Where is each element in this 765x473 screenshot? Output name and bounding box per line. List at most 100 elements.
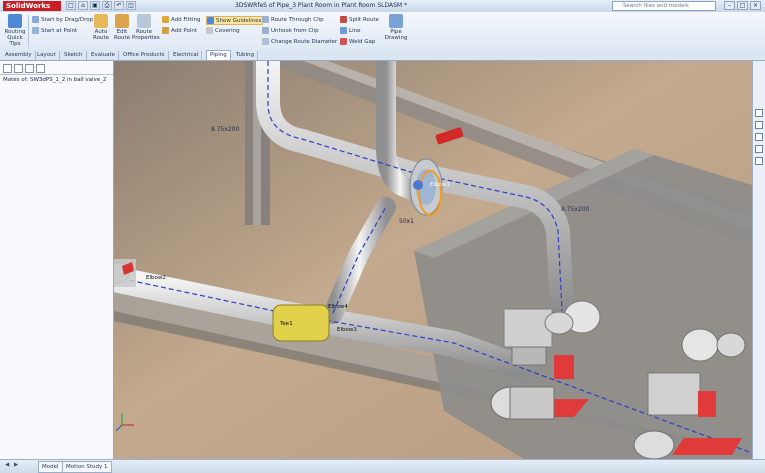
unhook-from-clip-button[interactable]: Unhook from Clip xyxy=(262,27,319,34)
start-drag-drop-button[interactable]: Start by Drag/Drop xyxy=(32,16,93,23)
property-manager-icon[interactable] xyxy=(14,64,23,73)
tab-evaluate[interactable]: Evaluate xyxy=(88,51,120,60)
undo-icon[interactable]: ↶ xyxy=(114,1,124,10)
minimize-button[interactable]: – xyxy=(724,1,735,10)
motion-study-tab[interactable]: Motion Study 1 xyxy=(62,461,112,473)
piping-scene[interactable]: 8.75x200 8.75x200 50x1 Elbow1 Elbow2 Elb… xyxy=(114,61,752,459)
add-point-button[interactable]: Add Point xyxy=(162,27,197,34)
point-icon xyxy=(32,27,39,34)
save-icon[interactable]: ▣ xyxy=(90,1,100,10)
search-input[interactable]: Search files and models xyxy=(612,1,716,11)
weld-gap-label: Weld Gap xyxy=(349,39,376,45)
edit-route-button[interactable]: Edit Route xyxy=(110,14,134,41)
triad-center xyxy=(413,180,423,190)
covering-icon xyxy=(206,27,213,34)
file-explorer-icon[interactable] xyxy=(755,133,763,141)
change-route-diameter-label: Change Route Diameter xyxy=(271,39,338,45)
guidelines-icon xyxy=(207,17,214,24)
tab-layout[interactable]: Layout xyxy=(34,51,60,60)
tab-assembly[interactable]: Assembly xyxy=(2,51,36,60)
node-label-1: Elbow1 xyxy=(430,182,450,188)
tab-electrical[interactable]: Electrical xyxy=(170,51,203,60)
split-icon xyxy=(340,16,347,23)
weld-gap-button[interactable]: Weld Gap xyxy=(340,38,375,45)
routing-quick-tips-label: Routing Quick Tips xyxy=(4,29,26,47)
route-properties-icon xyxy=(137,14,151,28)
node-label-3: Elbow3 xyxy=(337,327,357,333)
pipe-drawing-button[interactable]: Pipe Drawing xyxy=(384,14,408,41)
dimension-label-right: 8.75x200 xyxy=(561,206,590,213)
fitting-icon xyxy=(162,16,169,23)
add-fitting-button[interactable]: Add Fitting xyxy=(162,16,201,23)
line-label: Line xyxy=(349,28,361,34)
app-logo: SolidWorks xyxy=(3,1,61,11)
dimension-label-upper: 8.75x200 xyxy=(211,126,240,133)
add-point-icon xyxy=(162,27,169,34)
drag-icon xyxy=(32,16,39,23)
tab-office-products[interactable]: Office Products xyxy=(120,51,169,60)
split-route-label: Split Route xyxy=(349,17,379,23)
weld-gap-icon xyxy=(340,38,347,45)
library-icon[interactable] xyxy=(755,121,763,129)
covering-label: Covering xyxy=(215,28,240,34)
auto-route-label: Auto Route xyxy=(93,29,109,41)
edit-route-icon xyxy=(115,14,129,28)
line-button[interactable]: Line xyxy=(340,27,360,34)
view-palette-icon[interactable] xyxy=(755,145,763,153)
panel-icons xyxy=(0,61,113,75)
line-icon xyxy=(340,27,347,34)
task-pane xyxy=(752,61,765,459)
graphics-viewport[interactable]: 8.75x200 8.75x200 50x1 Elbow1 Elbow2 Elb… xyxy=(114,61,752,459)
split-route-button[interactable]: Split Route xyxy=(340,16,379,23)
command-ribbon: Routing Quick Tips Start by Drag/Drop St… xyxy=(0,12,765,51)
diameter-icon xyxy=(262,38,269,45)
show-guidelines-label: Show Guidelines xyxy=(216,18,262,24)
bottom-status-bar: ◀ ▶ Model Motion Study 1 xyxy=(0,459,765,473)
print-icon[interactable]: ⎙ xyxy=(102,1,112,10)
select-icon[interactable]: ◫ xyxy=(126,1,136,10)
tab-tubing[interactable]: Tubing xyxy=(233,51,259,60)
feature-manager-panel: Mates of: SW3dPS_1_2 in ball valve_2 xyxy=(0,61,114,459)
show-guidelines-button[interactable]: Show Guidelines xyxy=(206,16,263,25)
dim-expert-icon[interactable] xyxy=(36,64,45,73)
node-label-4: Elbow4 xyxy=(328,304,348,310)
maximize-button[interactable]: □ xyxy=(737,1,748,10)
tee-label: Tee1 xyxy=(279,321,293,327)
open-icon[interactable]: ⌂ xyxy=(78,1,88,10)
close-button[interactable]: × xyxy=(750,1,761,10)
resources-icon[interactable] xyxy=(755,109,763,117)
command-tabs: Assembly Layout Sketch Evaluate Office P… xyxy=(0,50,765,61)
model-tab[interactable]: Model xyxy=(38,461,63,473)
unhook-from-clip-label: Unhook from Clip xyxy=(271,28,319,34)
window-controls: – □ × xyxy=(724,1,761,10)
route-properties-label: Route Properties xyxy=(132,29,160,41)
document-title: 3DSWRfeS of Pipe_3 Plant Room in Plant R… xyxy=(235,2,408,9)
dimension-label-valve: 50x1 xyxy=(399,218,414,225)
change-route-diameter-button[interactable]: Change Route Diameter xyxy=(262,38,337,45)
quick-access-toolbar: □ ⌂ ▣ ⎙ ↶ ◫ xyxy=(66,1,136,10)
clip-icon xyxy=(262,16,269,23)
covering-button[interactable]: Covering xyxy=(206,27,240,34)
start-at-point-label: Start at Point xyxy=(41,28,78,34)
edit-route-label: Edit Route xyxy=(114,29,130,41)
new-icon[interactable]: □ xyxy=(66,1,76,10)
node-label-2: Elbow2 xyxy=(146,275,166,281)
appearances-icon[interactable] xyxy=(755,157,763,165)
routing-quick-tips-button[interactable]: Routing Quick Tips xyxy=(3,14,27,47)
pipe-drawing-label: Pipe Drawing xyxy=(384,29,408,41)
configuration-icon[interactable] xyxy=(25,64,34,73)
scroll-right-icon[interactable]: ▶ xyxy=(14,462,18,468)
route-through-clip-button[interactable]: Route Through Clip xyxy=(262,16,324,23)
route-properties-button[interactable]: Route Properties xyxy=(132,14,160,41)
scroll-left-icon[interactable]: ◀ xyxy=(5,462,9,468)
start-at-point-button[interactable]: Start at Point xyxy=(32,27,77,34)
mate-tree-title: Mates of: SW3dPS_1_2 in ball valve_2 xyxy=(3,77,107,83)
add-point-label: Add Point xyxy=(171,28,198,34)
add-fitting-label: Add Fitting xyxy=(171,17,201,23)
tab-piping[interactable]: Piping xyxy=(206,50,231,60)
start-drag-drop-label: Start by Drag/Drop xyxy=(41,17,94,23)
tab-sketch[interactable]: Sketch xyxy=(61,51,87,60)
pipe-drawing-icon xyxy=(389,14,403,28)
route-through-clip-label: Route Through Clip xyxy=(271,17,324,23)
feature-tree-icon[interactable] xyxy=(3,64,12,73)
